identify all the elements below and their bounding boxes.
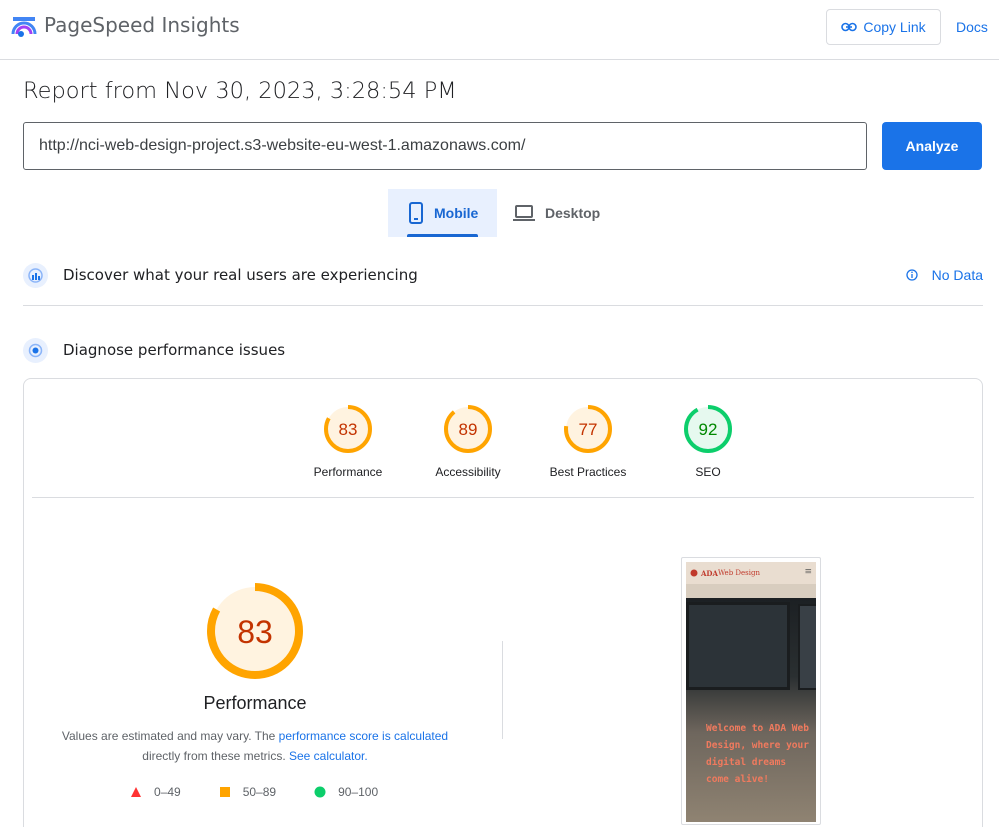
url-input[interactable] [23, 122, 867, 170]
report-title: Report from Nov 30, 2023, 3:28:54 PM [23, 78, 457, 104]
green-circle-icon [314, 786, 326, 798]
performance-big-score: 83 [237, 614, 273, 650]
red-triangle-icon [131, 787, 141, 797]
score-gauge-best-practices[interactable]: 77 Best Practices [528, 403, 648, 479]
note-text-2: directly from these metrics. [142, 749, 289, 763]
copy-link-label: Copy Link [863, 19, 926, 35]
screenshot-hero-photo [686, 598, 816, 822]
info-icon [905, 269, 918, 281]
score-card: 83 Performance 89 Accessibility 77 Best Pract… [23, 378, 983, 827]
screenshot-hero-text: Welcome to ADA Web Design, where your di… [706, 723, 809, 785]
score-value: 92 [699, 420, 718, 439]
screenshot-brand-b: Web Design [717, 569, 760, 577]
diagnose-label: Diagnose performance issues [63, 341, 286, 359]
score-label: Performance [313, 465, 383, 479]
legend-range-fail: 0–49 [154, 785, 181, 799]
tab-selected-indicator [407, 234, 478, 237]
docs-link[interactable]: Docs [956, 19, 988, 35]
performance-score-link[interactable]: performance score is calculated [279, 729, 448, 743]
vertical-divider [502, 641, 503, 739]
tab-mobile-label: Mobile [434, 205, 479, 221]
laptop-icon [513, 205, 535, 221]
users-chart-icon [23, 262, 48, 288]
app-title: PageSpeed Insights [44, 13, 240, 37]
legend-item-pass: 90–100 [314, 785, 378, 799]
tab-desktop[interactable]: Desktop [513, 189, 613, 237]
score-value: 83 [339, 420, 358, 439]
legend-item-fail: 0–49 [130, 785, 181, 799]
orange-square-icon [219, 787, 230, 797]
legend-range-average: 50–89 [242, 785, 277, 799]
section-divider [23, 305, 983, 306]
score-ring: 77 [564, 405, 612, 453]
top-bar: PageSpeed Insights Copy Link Docs [0, 0, 999, 60]
score-legend: 0–49 50–89 90–100 [130, 785, 416, 799]
score-value: 89 [459, 420, 478, 439]
page-screenshot: ADA Web Design ≡ Welcome to ADA Web Desi… [681, 557, 821, 825]
performance-title: Performance [203, 693, 307, 713]
phone-icon [409, 202, 423, 224]
no-data-link[interactable]: No Data [905, 267, 983, 283]
score-value: 77 [579, 420, 598, 439]
score-gauge-seo[interactable]: 92 SEO [648, 403, 768, 479]
score-ring: 89 [444, 405, 492, 453]
legend-range-pass: 90–100 [338, 785, 379, 799]
note-text-1: Values are estimated and may vary. The [61, 729, 279, 743]
analyze-button[interactable]: Analyze [882, 122, 982, 170]
lighthouse-icon [23, 337, 48, 363]
screenshot-site-header: ADA Web Design ≡ [686, 562, 816, 584]
see-calculator-link[interactable]: See calculator. [289, 749, 368, 763]
screenshot-brand-a: ADA [701, 568, 718, 578]
score-label: Best Practices [549, 465, 627, 479]
tab-desktop-label: Desktop [545, 205, 601, 221]
score-label: SEO [695, 465, 721, 479]
performance-big-gauge: 83 [207, 583, 303, 679]
performance-note: Values are estimated and may vary. The p… [54, 726, 456, 766]
score-ring: 92 [684, 405, 732, 453]
tab-mobile[interactable]: Mobile [388, 189, 497, 237]
pagespeed-logo-icon [11, 17, 37, 37]
site-logo-icon [690, 569, 698, 577]
real-users-section: Discover what your real users are experi… [23, 255, 983, 295]
score-gauge-accessibility[interactable]: 89 Accessibility [408, 403, 528, 479]
card-divider [32, 497, 974, 498]
real-users-label: Discover what your real users are experi… [63, 266, 418, 284]
score-gauge-performance[interactable]: 83 Performance [288, 403, 408, 479]
menu-icon: ≡ [804, 567, 812, 577]
copy-link-button[interactable]: Copy Link [826, 9, 941, 45]
score-label: Accessibility [435, 465, 501, 479]
screenshot-image: ADA Web Design ≡ Welcome to ADA Web Desi… [686, 562, 816, 822]
link-icon [841, 22, 858, 32]
monitor-graphic [686, 602, 790, 690]
diagnose-section: Diagnose performance issues [23, 330, 983, 370]
no-data-label: No Data [931, 267, 983, 283]
score-ring: 83 [324, 405, 372, 453]
legend-item-average: 50–89 [219, 785, 276, 799]
monitor-graphic-2 [798, 604, 816, 690]
